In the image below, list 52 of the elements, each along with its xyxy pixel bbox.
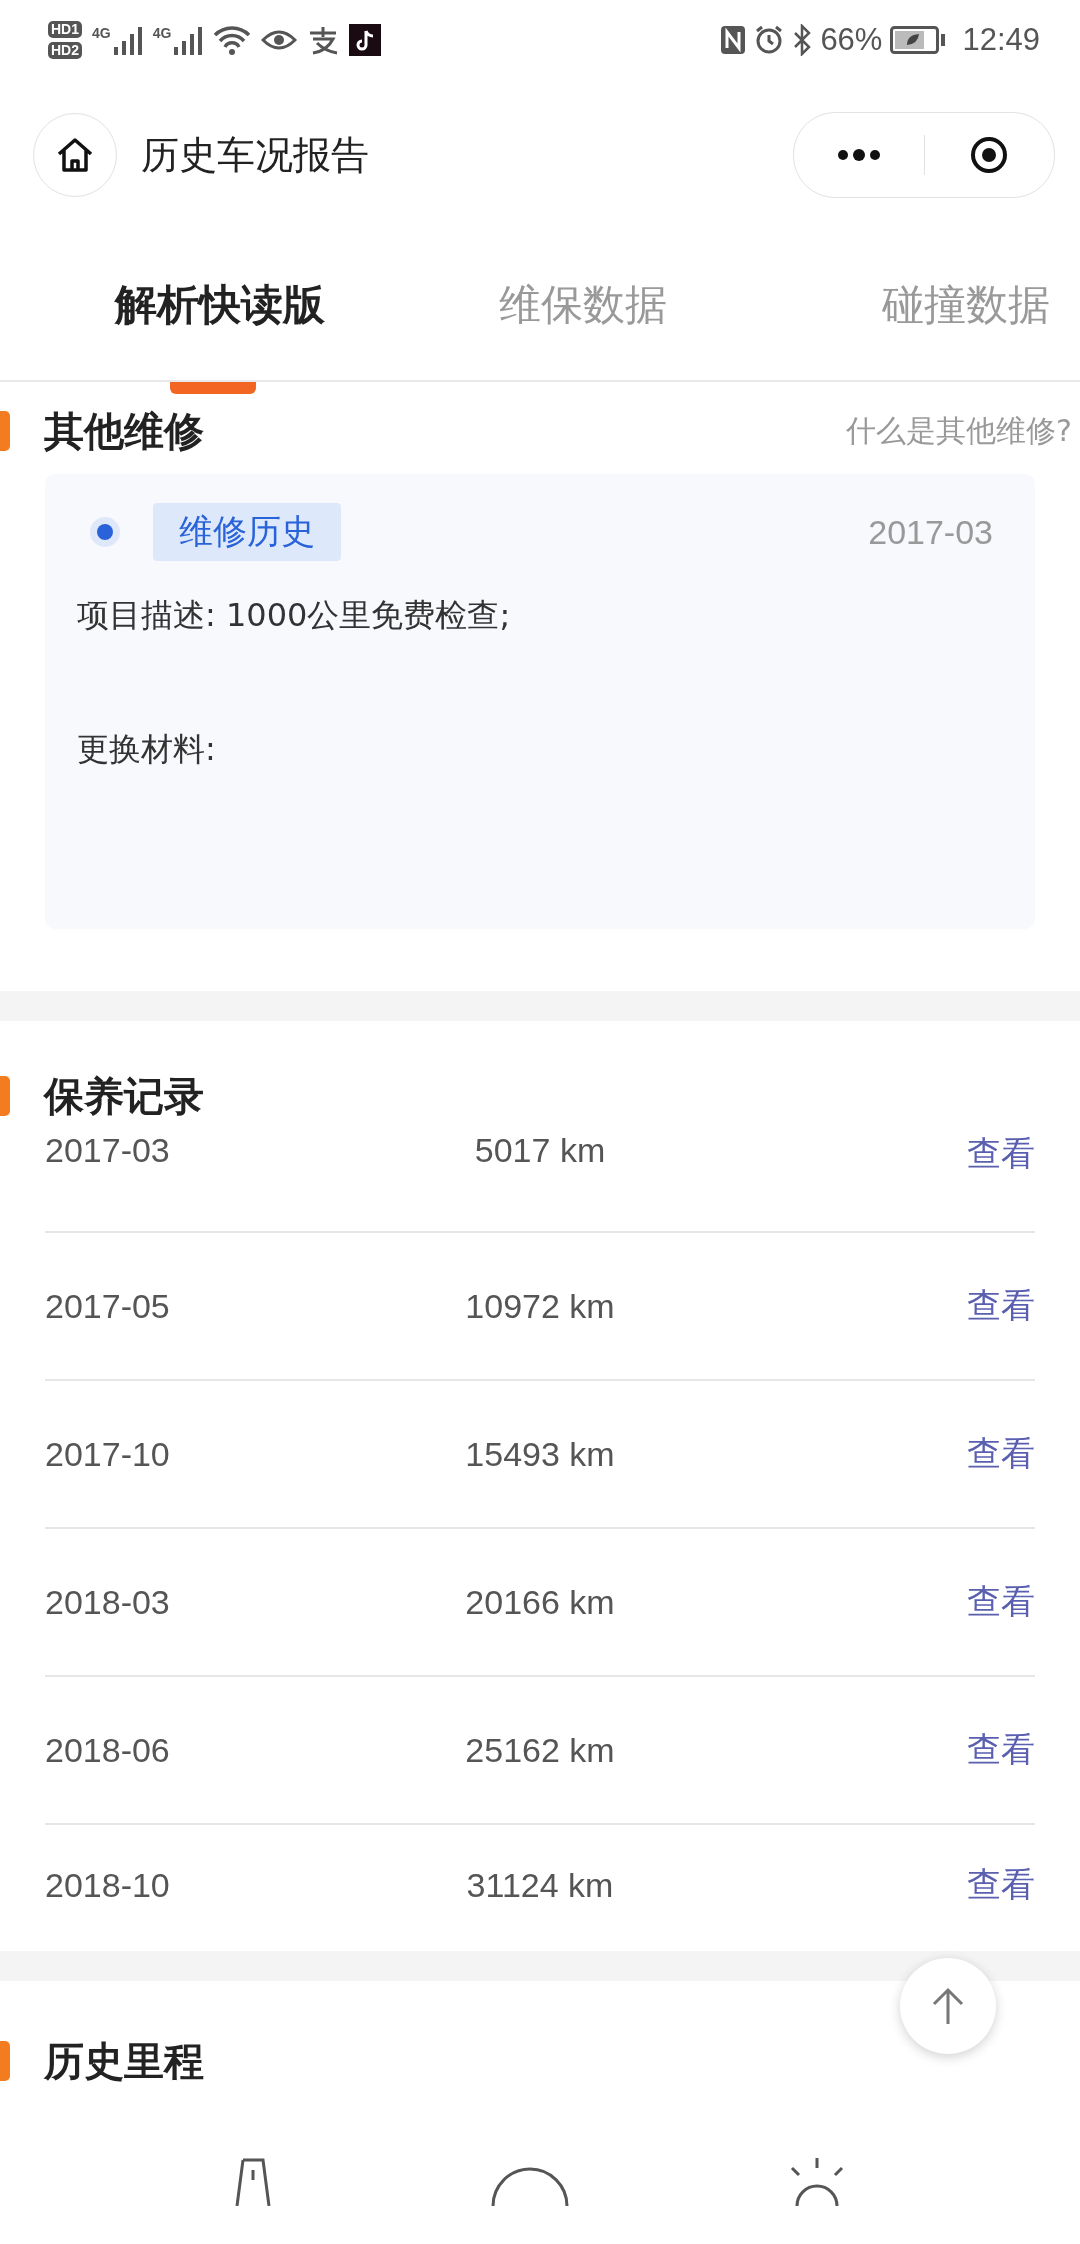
signal-icon bbox=[112, 25, 143, 55]
page-title: 历史车况报告 bbox=[141, 131, 369, 179]
section-marker bbox=[0, 1076, 10, 1116]
record-date: 2017-10 bbox=[45, 1434, 171, 1474]
item-description: 项目描述: 1000公里免费检查; bbox=[77, 595, 512, 636]
mileage-value: 25162 km bbox=[464, 1730, 616, 1770]
view-link[interactable]: 查看 bbox=[967, 1431, 1035, 1477]
alarm-icon bbox=[754, 25, 785, 55]
tab[interactable]: 维保数据 bbox=[424, 230, 741, 380]
section-marker bbox=[0, 2041, 10, 2081]
record-date: 2018-03 bbox=[45, 1582, 171, 1622]
help-link[interactable]: 什么是其他维修? bbox=[846, 410, 1072, 452]
music-app-icon bbox=[349, 24, 382, 56]
tab[interactable]: 碰撞数据 bbox=[740, 230, 1080, 380]
record-date: 2017-03 bbox=[868, 512, 993, 552]
tab[interactable]: 解析快读版 bbox=[0, 230, 425, 380]
section-heading: 其他维修 bbox=[44, 406, 204, 456]
record-date: 2018-06 bbox=[45, 1730, 171, 1770]
network-label: 4G bbox=[92, 25, 111, 41]
mileage-value: 10972 km bbox=[464, 1286, 616, 1326]
mileage-value: 5017 km bbox=[473, 1131, 607, 1170]
bluetooth-icon bbox=[792, 24, 813, 56]
payment-app-icon bbox=[307, 25, 340, 55]
network-label: 4G bbox=[152, 25, 172, 41]
section-heading: 历史里程 bbox=[44, 2036, 204, 2086]
materials-label: 更换材料: bbox=[77, 729, 217, 770]
section-heading: 保养记录 bbox=[44, 1071, 204, 1121]
mileage-value: 20166 km bbox=[464, 1582, 616, 1622]
mileage-value: 31124 km bbox=[465, 1865, 615, 1905]
battery-icon bbox=[890, 26, 947, 54]
home-icon bbox=[56, 137, 94, 173]
clock-time: 12:49 bbox=[962, 22, 1040, 58]
record-date: 2018-10 bbox=[45, 1865, 171, 1905]
record-tag: 维修历史 bbox=[153, 503, 341, 561]
target-icon bbox=[969, 135, 1010, 175]
sim-badge: HD1 bbox=[48, 21, 83, 38]
view-link[interactable]: 查看 bbox=[967, 1579, 1035, 1625]
record-date: 2017-03 bbox=[45, 1131, 171, 1170]
signal-icon bbox=[173, 25, 204, 55]
view-link[interactable]: 查看 bbox=[967, 1283, 1035, 1329]
more-icon bbox=[836, 149, 881, 161]
view-link[interactable]: 查看 bbox=[967, 1727, 1035, 1773]
sim-badge: HD2 bbox=[48, 42, 83, 59]
arrow-up-icon bbox=[930, 1986, 966, 2026]
battery-percent: 66% bbox=[820, 22, 883, 58]
view-link[interactable]: 查看 bbox=[967, 1131, 1035, 1177]
wifi-icon bbox=[213, 25, 252, 55]
section-marker bbox=[0, 411, 10, 451]
nfc-icon bbox=[720, 25, 747, 55]
mileage-value: 15493 km bbox=[464, 1434, 616, 1474]
record-date: 2017-05 bbox=[45, 1286, 171, 1326]
view-link[interactable]: 查看 bbox=[967, 1862, 1035, 1908]
